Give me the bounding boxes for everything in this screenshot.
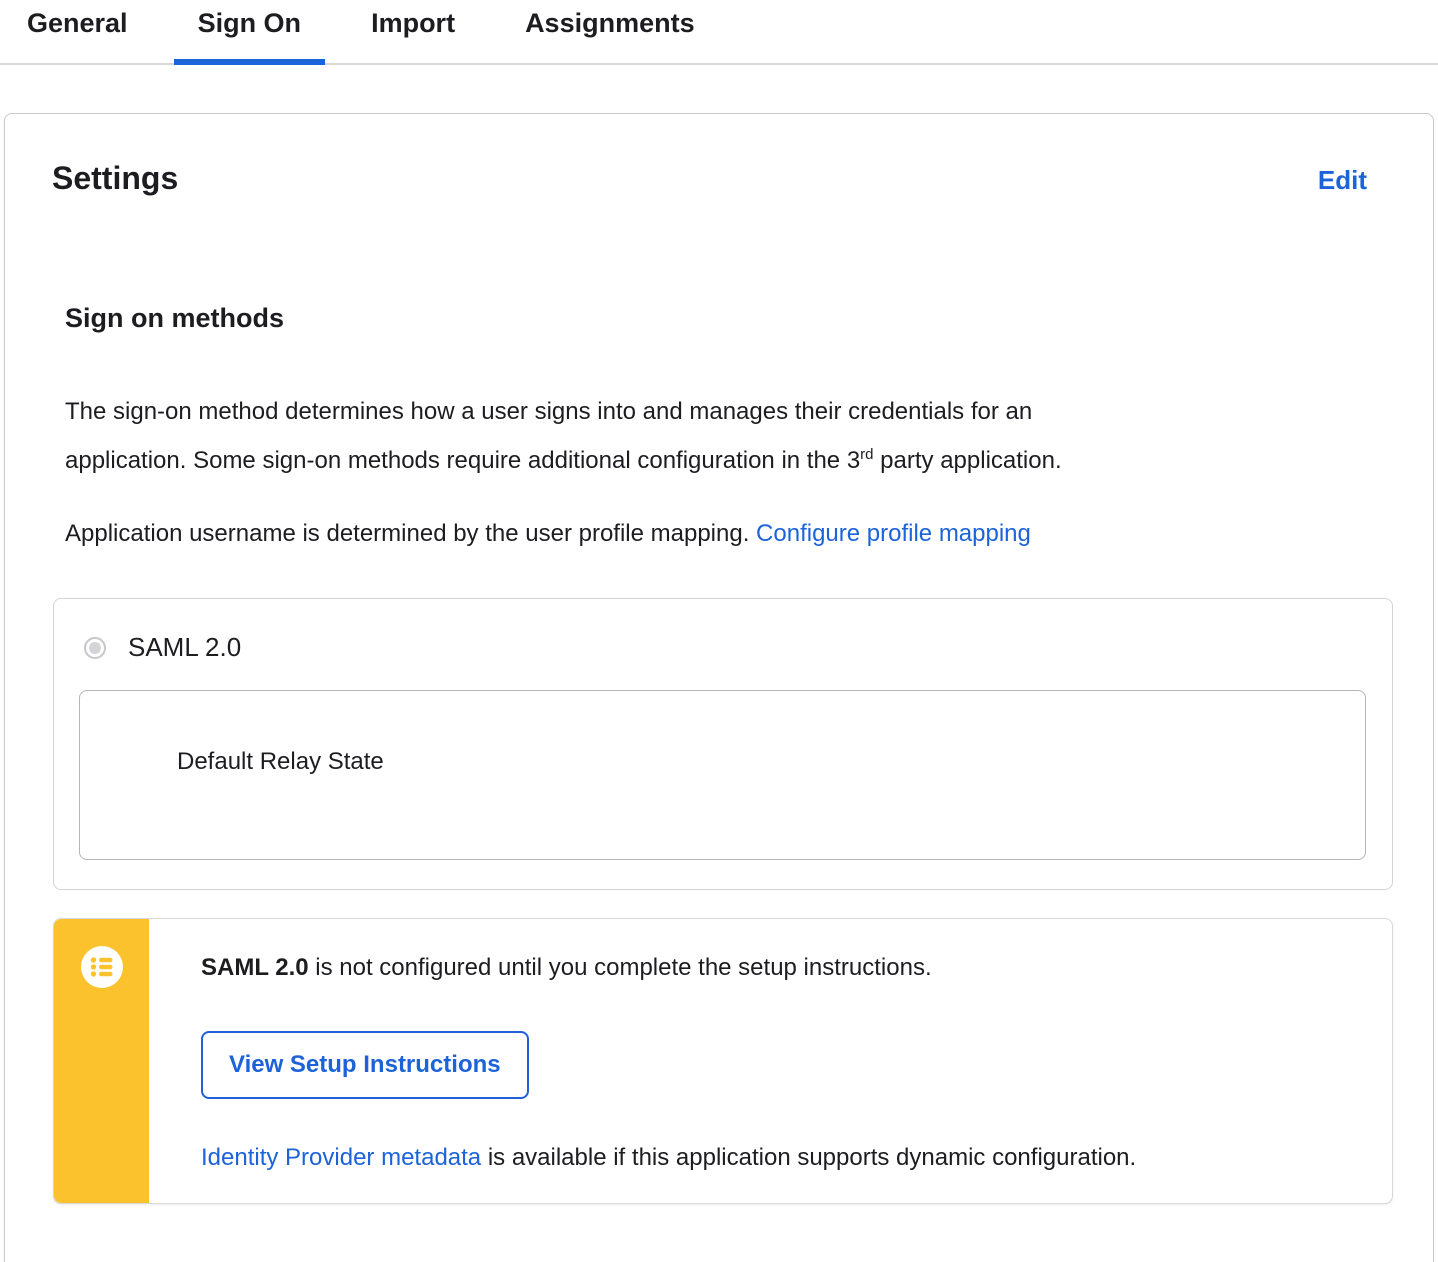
identity-provider-metadata-link[interactable]: Identity Provider metadata — [201, 1144, 481, 1171]
username-note: Application username is determined by th… — [65, 509, 1433, 558]
sign-on-methods-description: The sign-on method determines how a user… — [65, 387, 1325, 485]
description-line1: The sign-on method determines how a user… — [65, 398, 1033, 425]
warning-bold: SAML 2.0 — [201, 954, 309, 981]
warning-content: SAML 2.0 is not configured until you com… — [149, 919, 1392, 1203]
list-icon — [80, 946, 123, 988]
tab-general[interactable]: General — [3, 0, 152, 63]
saml-option-box: SAML 2.0 Default Relay State — [53, 598, 1393, 890]
sign-on-methods-heading: Sign on methods — [65, 303, 284, 333]
default-relay-state-field: Default Relay State — [79, 690, 1366, 860]
warning-text: SAML 2.0 is not configured until you com… — [201, 953, 1352, 983]
page-title: Settings — [52, 160, 179, 196]
saml-radio-row: SAML 2.0 — [84, 632, 1365, 663]
edit-link[interactable]: Edit — [1318, 165, 1367, 196]
username-note-text: Application username is determined by th… — [65, 520, 757, 547]
saml-radio-button[interactable] — [84, 636, 106, 659]
tab-sign-on[interactable]: Sign On — [173, 0, 326, 65]
warning-stripe — [54, 919, 149, 1203]
app-tab-bar: General Sign On Import Assignments — [0, 0, 1438, 65]
configure-profile-mapping-link[interactable]: Configure profile mapping — [756, 520, 1031, 547]
view-setup-instructions-button[interactable]: View Setup Instructions — [201, 1031, 529, 1099]
radio-dot — [89, 641, 101, 654]
tab-import[interactable]: Import — [347, 0, 479, 63]
settings-card-header: Settings Edit — [5, 114, 1433, 198]
warning-message: is not configured until you complete the… — [308, 954, 932, 981]
ordinal-superscript: rd — [860, 446, 874, 463]
saml-warning-callout: SAML 2.0 is not configured until you com… — [53, 918, 1393, 1204]
settings-card: Settings Edit Sign on methods The sign-o… — [4, 113, 1434, 1262]
description-line2-end: party application. — [873, 447, 1062, 474]
saml-radio-label: SAML 2.0 — [128, 632, 242, 662]
tab-assignments[interactable]: Assignments — [501, 0, 719, 63]
description-line2: application. Some sign-on methods requir… — [65, 447, 861, 474]
metadata-note: Identity Provider metadata is available … — [201, 1143, 1352, 1173]
default-relay-state-label: Default Relay State — [177, 748, 384, 775]
metadata-note-text: is available if this application support… — [481, 1144, 1137, 1171]
